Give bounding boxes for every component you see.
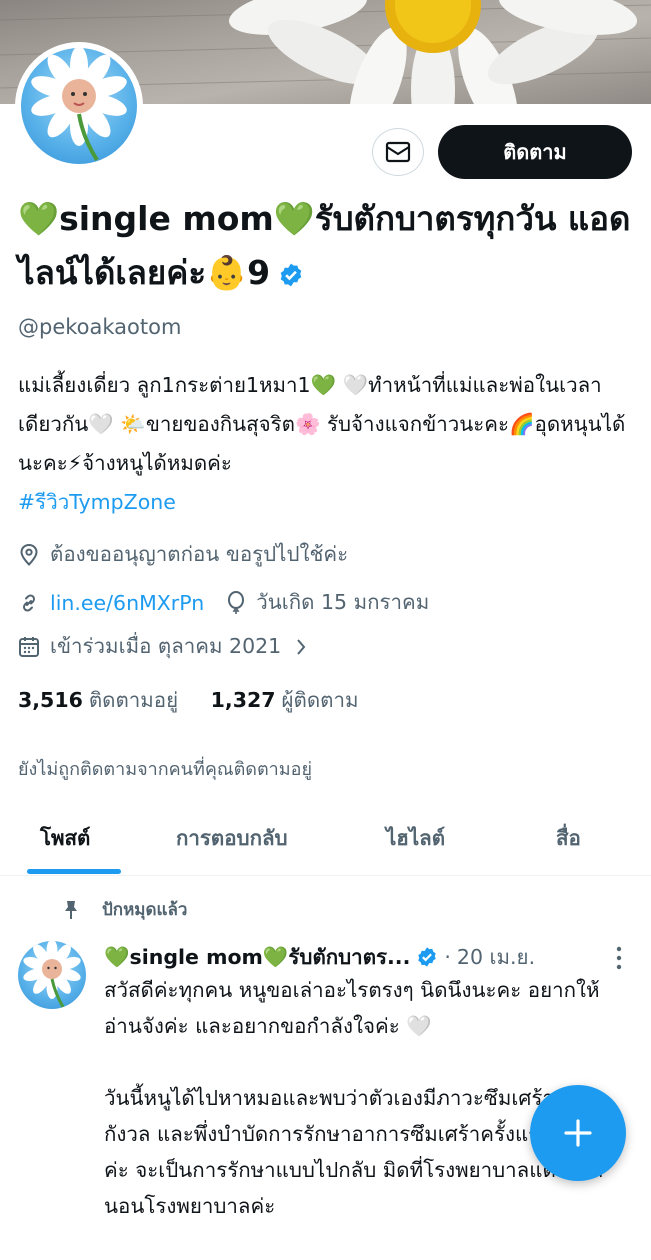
post-header: 💚single mom💚รับตักบาตร... · 20 เม.ย. — [104, 940, 634, 974]
active-tab-indicator — [27, 869, 121, 874]
verified-badge-icon[interactable] — [278, 262, 304, 288]
profile-location: ต้องขออนุญาตก่อน ขอรูปไปใช้ค่ะ — [18, 538, 348, 571]
location-pin-icon — [20, 543, 38, 566]
bio-text: แม่เลี้ยงเดี่ยว ลูก1กระต่าย1หมา1💚 🤍ทำหน้… — [18, 373, 626, 475]
verified-badge-icon — [418, 947, 437, 967]
location-text: ต้องขออนุญาตก่อน ขอรูปไปใช้ค่ะ — [50, 542, 349, 566]
avatar-image — [21, 48, 137, 164]
chevron-right-icon — [297, 638, 306, 655]
tab-highlights[interactable]: ไฮไลต์ — [386, 800, 445, 876]
followers-count: 1,327 — [210, 688, 276, 712]
not-followed-note: ยังไม่ถูกติดตามจากคนที่คุณติดตามอยู่ — [18, 759, 312, 780]
profile-stats: 3,516 ติดตามอยู่ 1,327 ผู้ติดตาม — [18, 684, 359, 717]
followers-label: ผู้ติดตาม — [281, 688, 359, 712]
following-count: 3,516 — [18, 688, 83, 712]
envelope-icon — [385, 141, 411, 163]
profile-bio: แม่เลี้ยงเดี่ยว ลูก1กระต่าย1หมา1💚 🤍ทำหน้… — [18, 366, 638, 522]
tab-posts[interactable]: โพสต์ — [40, 800, 90, 876]
following-label: ติดตามอยู่ — [88, 688, 179, 712]
follow-button[interactable]: ติดตาม — [438, 125, 632, 179]
pinned-label: ปักหมุดแล้ว — [102, 900, 188, 920]
post-separator: · — [444, 945, 451, 969]
link-icon — [22, 593, 36, 612]
display-name: 💚single mom💚รับตักบาตรทุกวัน แอดไลน์ได้เ… — [18, 192, 638, 300]
plus-icon — [564, 1119, 592, 1147]
profile-avatar[interactable] — [15, 42, 143, 170]
profile-joined-row[interactable]: เข้าร่วมเมื่อ ตุลาคม 2021 — [18, 630, 317, 663]
post-author-avatar[interactable] — [18, 941, 86, 1009]
pinned-indicator: ปักหมุดแล้ว — [60, 896, 187, 923]
bio-hashtag-link[interactable]: #รีวิวTympZone — [18, 483, 638, 522]
avatar-image — [23, 941, 81, 1008]
tab-replies[interactable]: การตอบกลับ — [176, 800, 288, 876]
post-author-name[interactable]: 💚single mom💚รับตักบาตร... — [104, 941, 410, 974]
birthday-text: วันเกิด 15 มกราคม — [256, 590, 430, 614]
display-name-text: 💚single mom💚รับตักบาตรทุกวัน แอดไลน์ได้เ… — [18, 199, 631, 292]
profile-link[interactable]: lin.ee/6nMXrPn — [50, 591, 204, 615]
followers-stat[interactable]: 1,327 ผู้ติดตาม — [211, 688, 359, 712]
compose-post-button[interactable] — [530, 1085, 626, 1181]
tab-media[interactable]: สื่อ — [556, 800, 581, 876]
message-button[interactable] — [372, 128, 424, 176]
post-paragraph: สวัสดีค่ะทุกคน หนูขอเล่าอะไรตรงๆ นิดนึงน… — [104, 978, 600, 1038]
more-options-icon[interactable] — [612, 943, 626, 973]
balloon-icon — [228, 590, 245, 614]
profile-tabs: โพสต์ การตอบกลับ ไฮไลต์ สื่อ — [0, 800, 651, 876]
following-stat[interactable]: 3,516 ติดตามอยู่ — [18, 688, 178, 712]
profile-handle: @pekoakaotom — [18, 315, 182, 339]
pin-icon — [65, 900, 77, 919]
post-timestamp[interactable]: 20 เม.ย. — [457, 941, 535, 974]
profile-link-birthday-row: lin.ee/6nMXrPn วันเกิด 15 มกราคม — [18, 586, 429, 619]
joined-text: เข้าร่วมเมื่อ ตุลาคม 2021 — [50, 634, 282, 658]
calendar-icon — [19, 636, 39, 657]
